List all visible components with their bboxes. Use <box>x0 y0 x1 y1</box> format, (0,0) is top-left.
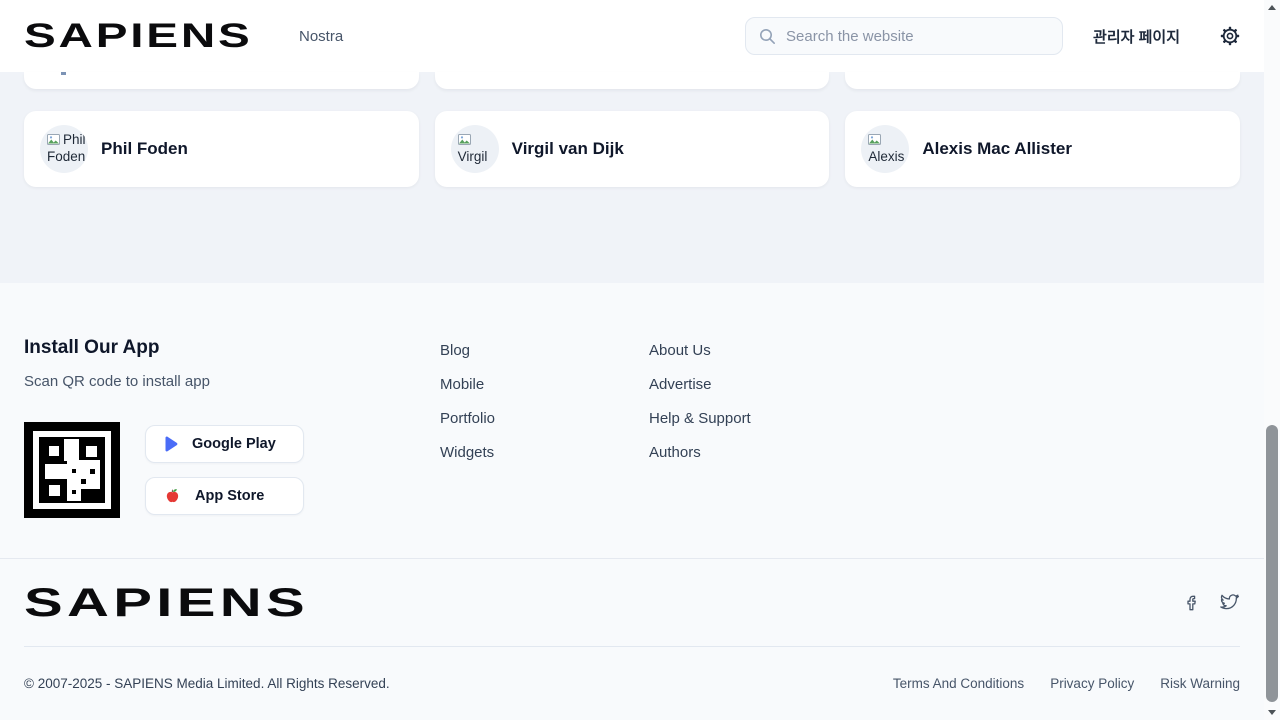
app-store-label: App Store <box>195 488 264 504</box>
search-input[interactable] <box>786 28 1049 45</box>
top-navbar: SAPIENS Nostra 관리자 페이지 <box>0 0 1264 72</box>
footer-link-widgets[interactable]: Widgets <box>440 444 649 461</box>
footer-link-authors[interactable]: Authors <box>649 444 858 461</box>
footer-lower: SAPIENS © 2007-2025 - SAPIENS Media Limi… <box>0 558 1264 720</box>
footer-link-mobile[interactable]: Mobile <box>440 376 649 393</box>
footer-link-advertise[interactable]: Advertise <box>649 376 858 393</box>
author-card[interactable]: Phil Foden Phil Foden <box>24 111 419 187</box>
broken-image-icon <box>868 134 882 146</box>
footer-nav-column-2: About Us Advertise Help & Support Author… <box>649 337 858 558</box>
scroll-down-arrow-icon[interactable] <box>1268 710 1276 715</box>
twitter-icon[interactable] <box>1219 594 1240 612</box>
store-buttons: Google Play App Store <box>145 425 304 515</box>
legal-links: Terms And Conditions Privacy Policy Risk… <box>893 676 1240 691</box>
author-name: Phil Foden <box>101 139 188 159</box>
header-logo[interactable]: SAPIENS <box>24 19 274 53</box>
clipped-card-row <box>24 72 1240 89</box>
footer-upper: Install Our App Scan QR code to install … <box>0 283 1264 558</box>
scroll-up-arrow-icon[interactable] <box>1268 5 1276 10</box>
avatar: Virgil <box>451 125 499 173</box>
admin-page-link[interactable]: 관리자 페이지 <box>1093 26 1180 47</box>
broken-image-icon <box>47 134 61 146</box>
social-icons <box>1183 594 1240 612</box>
install-row: Google Play App Store <box>24 422 440 518</box>
app-store-button[interactable]: App Store <box>145 477 304 515</box>
settings-gear-icon[interactable] <box>1220 26 1240 46</box>
google-play-button[interactable]: Google Play <box>145 425 304 463</box>
search-icon <box>759 28 776 45</box>
avatar: Phil Foden <box>40 125 88 173</box>
author-name: Alexis Mac Allister <box>922 139 1072 159</box>
author-name: Virgil van Dijk <box>512 139 624 159</box>
scrollbar-thumb[interactable] <box>1266 425 1278 702</box>
author-card[interactable]: Virgil Virgil van Dijk <box>435 111 830 187</box>
author-card-row: Phil Foden Phil Foden Virgil Virgil van … <box>24 111 1240 187</box>
clipped-card[interactable] <box>435 72 830 89</box>
install-app-subtitle: Scan QR code to install app <box>24 373 440 390</box>
page: SAPIENS Nostra 관리자 페이지 <box>0 0 1264 720</box>
footer-link-about-us[interactable]: About Us <box>649 342 858 359</box>
avatar-alt-text: Virgil <box>458 149 488 164</box>
footer-nav-column-1: Blog Mobile Portfolio Widgets <box>440 337 649 558</box>
scrollbar-track[interactable] <box>1264 0 1280 720</box>
privacy-policy-link[interactable]: Privacy Policy <box>1050 676 1134 691</box>
footer-link-portfolio[interactable]: Portfolio <box>440 410 649 427</box>
avatar-alt-text: Alexis <box>868 149 904 164</box>
broken-image-icon <box>458 134 472 146</box>
footer-link-help-support[interactable]: Help & Support <box>649 410 858 427</box>
footer-logo[interactable]: SAPIENS <box>24 583 364 623</box>
search-box[interactable] <box>745 17 1063 55</box>
qr-code-image <box>24 422 120 518</box>
apple-icon <box>164 488 181 505</box>
terms-link[interactable]: Terms And Conditions <box>893 676 1024 691</box>
footer-link-blog[interactable]: Blog <box>440 342 649 359</box>
brand-logo-text: SAPIENS <box>24 583 309 623</box>
clipped-avatar-remnant <box>61 72 66 75</box>
facebook-icon[interactable] <box>1183 594 1201 612</box>
footer-brand-row: SAPIENS <box>0 559 1264 646</box>
brand-logo-text: SAPIENS <box>24 19 253 53</box>
play-triangle-icon <box>164 436 178 452</box>
avatar: Alexis <box>861 125 909 173</box>
site-label: Nostra <box>299 28 343 45</box>
clipped-card[interactable] <box>845 72 1240 89</box>
footer-legal-row: © 2007-2025 - SAPIENS Media Limited. All… <box>0 647 1264 720</box>
clipped-card[interactable] <box>24 72 419 89</box>
author-card[interactable]: Alexis Alexis Mac Allister <box>845 111 1240 187</box>
google-play-label: Google Play <box>192 436 276 452</box>
main-content: Phil Foden Phil Foden Virgil Virgil van … <box>0 72 1264 283</box>
risk-warning-link[interactable]: Risk Warning <box>1160 676 1240 691</box>
install-app-section: Install Our App Scan QR code to install … <box>24 337 440 558</box>
install-app-title: Install Our App <box>24 337 440 359</box>
copyright-text: © 2007-2025 - SAPIENS Media Limited. All… <box>24 676 390 691</box>
